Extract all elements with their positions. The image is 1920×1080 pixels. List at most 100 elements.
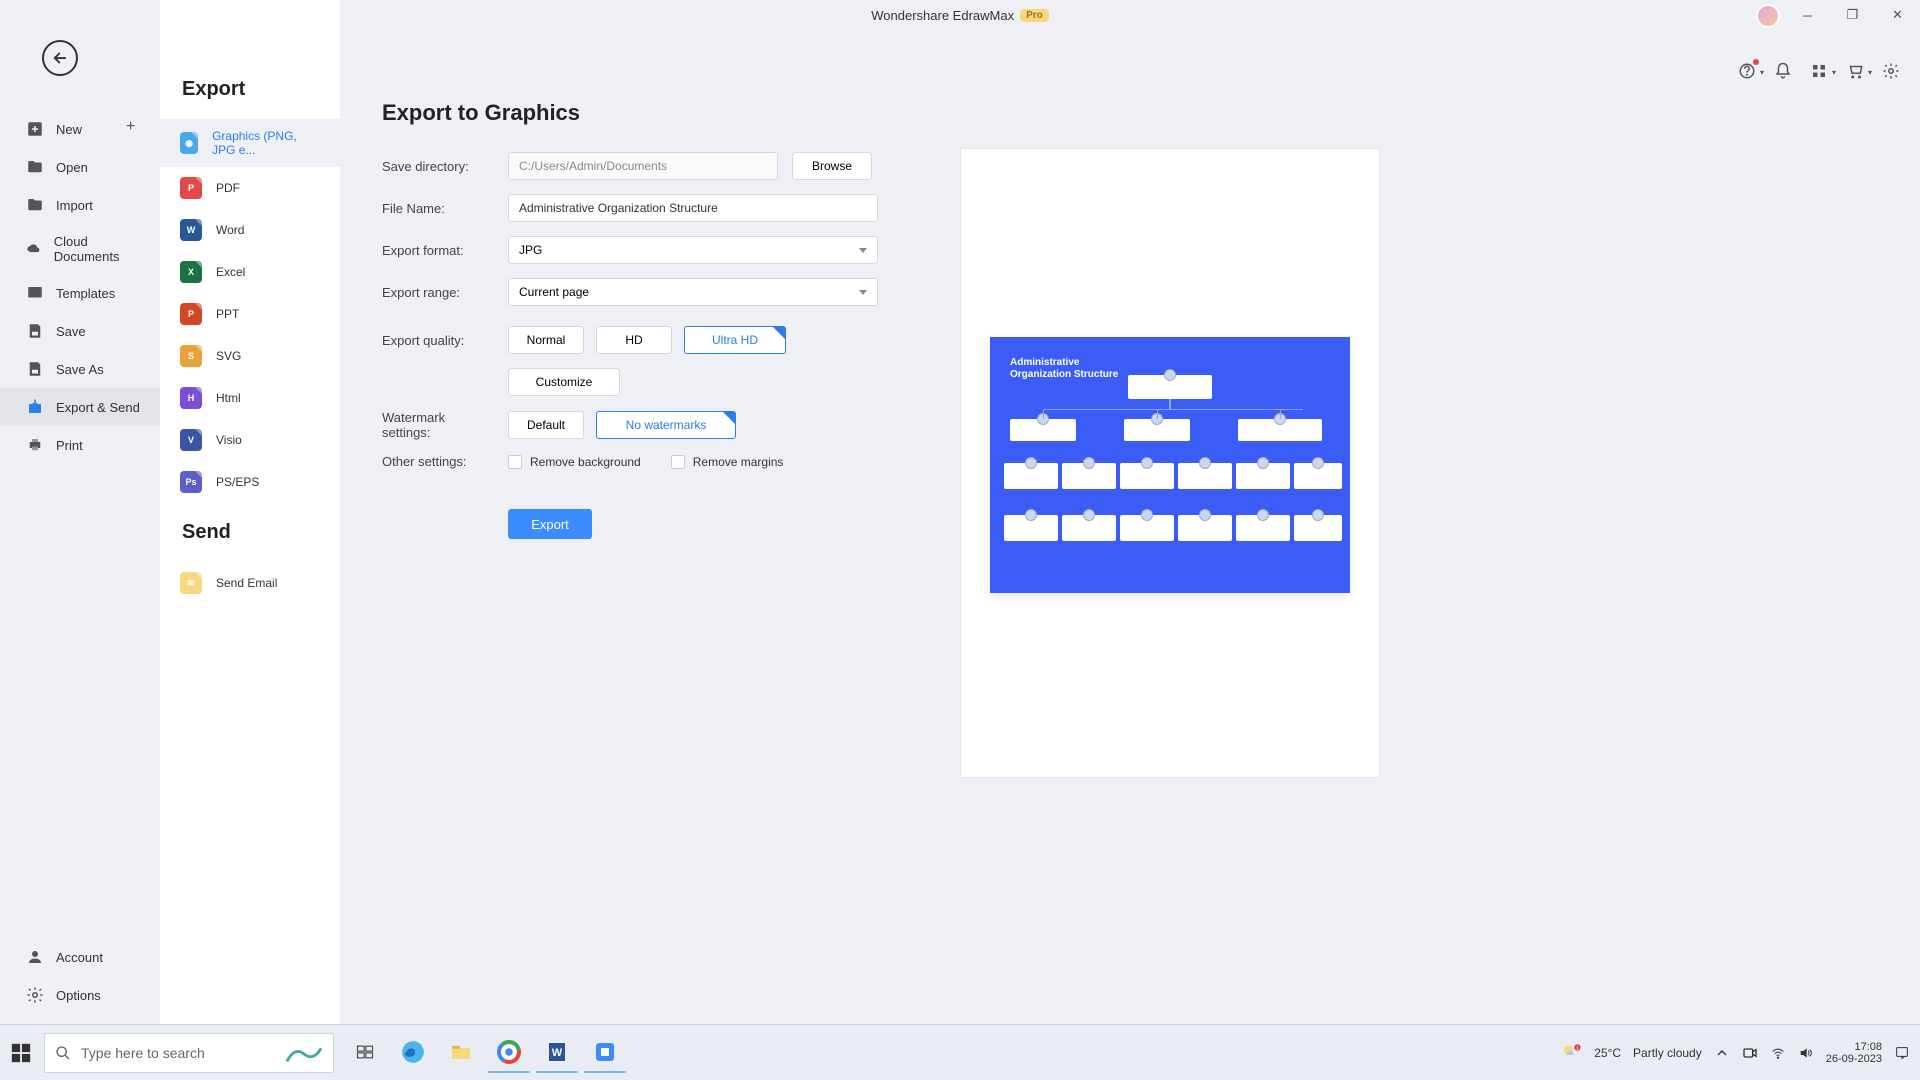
other-label: Other settings: — [382, 454, 494, 469]
folder-icon — [26, 158, 44, 176]
watermark-none-button[interactable]: No watermarks — [596, 411, 736, 439]
quality-hd-button[interactable]: HD — [596, 326, 672, 354]
import-item[interactable]: Import — [0, 186, 160, 224]
user-avatar[interactable] — [1756, 4, 1780, 28]
svg-text:W: W — [552, 1047, 563, 1059]
save-as-label: Save As — [56, 362, 104, 377]
export-button[interactable]: Export — [508, 509, 592, 539]
browse-button[interactable]: Browse — [792, 152, 872, 180]
templates-item[interactable]: Templates — [0, 274, 160, 312]
format-word[interactable]: W Word — [160, 209, 340, 251]
format-pseps[interactable]: Ps PS/EPS — [160, 461, 340, 503]
import-label: Import — [56, 198, 93, 213]
export-send-label: Export & Send — [56, 400, 140, 415]
remove-margins-checkbox[interactable]: Remove margins — [671, 455, 784, 469]
weather-icon[interactable]: 1 — [1560, 1042, 1582, 1064]
tray-chevron-up-icon[interactable] — [1714, 1045, 1730, 1061]
export-send-item[interactable]: Export & Send — [0, 388, 160, 426]
format-label: Export format: — [382, 243, 494, 258]
save-item[interactable]: Save — [0, 312, 160, 350]
format-excel[interactable]: X Excel — [160, 251, 340, 293]
chrome-app[interactable] — [488, 1033, 530, 1073]
remove-margins-label: Remove margins — [693, 455, 784, 469]
excel-file-icon: X — [180, 261, 202, 283]
open-item[interactable]: Open — [0, 148, 160, 186]
checkbox-icon — [508, 455, 522, 469]
preview-pane: AdministrativeOrganization Structure — [960, 148, 1380, 778]
save-as-item[interactable]: Save As — [0, 350, 160, 388]
quality-normal-button[interactable]: Normal — [508, 326, 584, 354]
word-app[interactable]: W — [536, 1033, 578, 1073]
visio-file-icon: V — [180, 429, 202, 451]
wifi-icon[interactable] — [1770, 1045, 1786, 1061]
save-dir-input[interactable] — [508, 152, 778, 180]
pro-badge: Pro — [1020, 9, 1049, 22]
format-visio-label: Visio — [216, 433, 242, 447]
watermark-label: Watermark settings: — [382, 410, 494, 440]
close-button[interactable]: ✕ — [1875, 0, 1920, 30]
print-item[interactable]: Print — [0, 426, 160, 464]
search-placeholder: Type here to search — [81, 1045, 205, 1061]
taskbar-clock[interactable]: 17:08 26-09-2023 — [1826, 1041, 1882, 1065]
send-email-item[interactable]: ✉ Send Email — [160, 562, 340, 604]
save-label: Save — [56, 324, 86, 339]
format-graphics[interactable]: ◉ Graphics (PNG, JPG e... — [160, 119, 340, 167]
weather-temp: 25°C — [1594, 1046, 1621, 1060]
edge-app[interactable] — [392, 1033, 434, 1073]
cloud-documents-item[interactable]: Cloud Documents — [0, 224, 160, 274]
customize-button[interactable]: Customize — [508, 368, 620, 396]
print-label: Print — [56, 438, 83, 453]
maximize-button[interactable]: ❐ — [1830, 0, 1875, 30]
cloud-icon — [26, 240, 42, 258]
new-plus-button[interactable]: + — [126, 118, 142, 134]
minimize-button[interactable]: ─ — [1785, 0, 1830, 30]
html-file-icon: H — [180, 387, 202, 409]
taskbar-search[interactable]: Type here to search — [44, 1033, 334, 1073]
cloud-label: Cloud Documents — [54, 234, 144, 264]
format-pdf[interactable]: P PDF — [160, 167, 340, 209]
email-icon: ✉ — [180, 572, 202, 594]
print-icon — [26, 436, 44, 454]
account-item[interactable]: Account — [0, 938, 160, 976]
word-file-icon: W — [180, 219, 202, 241]
weather-desc: Partly cloudy — [1633, 1046, 1702, 1060]
back-button[interactable] — [42, 40, 78, 76]
meet-now-icon[interactable] — [1742, 1045, 1758, 1061]
format-pseps-label: PS/EPS — [216, 475, 259, 489]
format-svg[interactable]: S SVG — [160, 335, 340, 377]
format-visio[interactable]: V Visio — [160, 419, 340, 461]
options-label: Options — [56, 988, 101, 1003]
task-view-button[interactable] — [344, 1033, 386, 1073]
explorer-app[interactable] — [440, 1033, 482, 1073]
open-label: Open — [56, 160, 88, 175]
notification-icon[interactable] — [1894, 1045, 1910, 1061]
remove-bg-checkbox[interactable]: Remove background — [508, 455, 641, 469]
taskbar: Type here to search W 1 25°C Partly clou… — [0, 1024, 1920, 1080]
volume-icon[interactable] — [1798, 1045, 1814, 1061]
format-html-label: Html — [216, 391, 241, 405]
format-ppt[interactable]: P PPT — [160, 293, 340, 335]
format-select[interactable]: JPG — [508, 236, 878, 264]
send-email-label: Send Email — [216, 576, 277, 590]
plus-square-icon — [26, 120, 44, 138]
format-html[interactable]: H Html — [160, 377, 340, 419]
svg-file-icon: S — [180, 345, 202, 367]
checkbox-icon — [671, 455, 685, 469]
format-svg-label: SVG — [216, 349, 241, 363]
format-pdf-label: PDF — [216, 181, 240, 195]
save-dir-label: Save directory: — [382, 159, 494, 174]
account-label: Account — [56, 950, 103, 965]
range-select[interactable]: Current page — [508, 278, 878, 306]
quality-label: Export quality: — [382, 333, 494, 348]
watermark-default-button[interactable]: Default — [508, 411, 584, 439]
start-button[interactable] — [10, 1042, 32, 1064]
file-name-input[interactable] — [508, 194, 878, 222]
edrawmax-app[interactable] — [584, 1033, 626, 1073]
search-icon — [55, 1045, 71, 1061]
quality-ultra-button[interactable]: Ultra HD — [684, 326, 786, 354]
options-item[interactable]: Options — [0, 976, 160, 1014]
user-icon — [26, 948, 44, 966]
new-label: New — [56, 122, 82, 137]
import-icon — [26, 196, 44, 214]
remove-bg-label: Remove background — [530, 455, 641, 469]
